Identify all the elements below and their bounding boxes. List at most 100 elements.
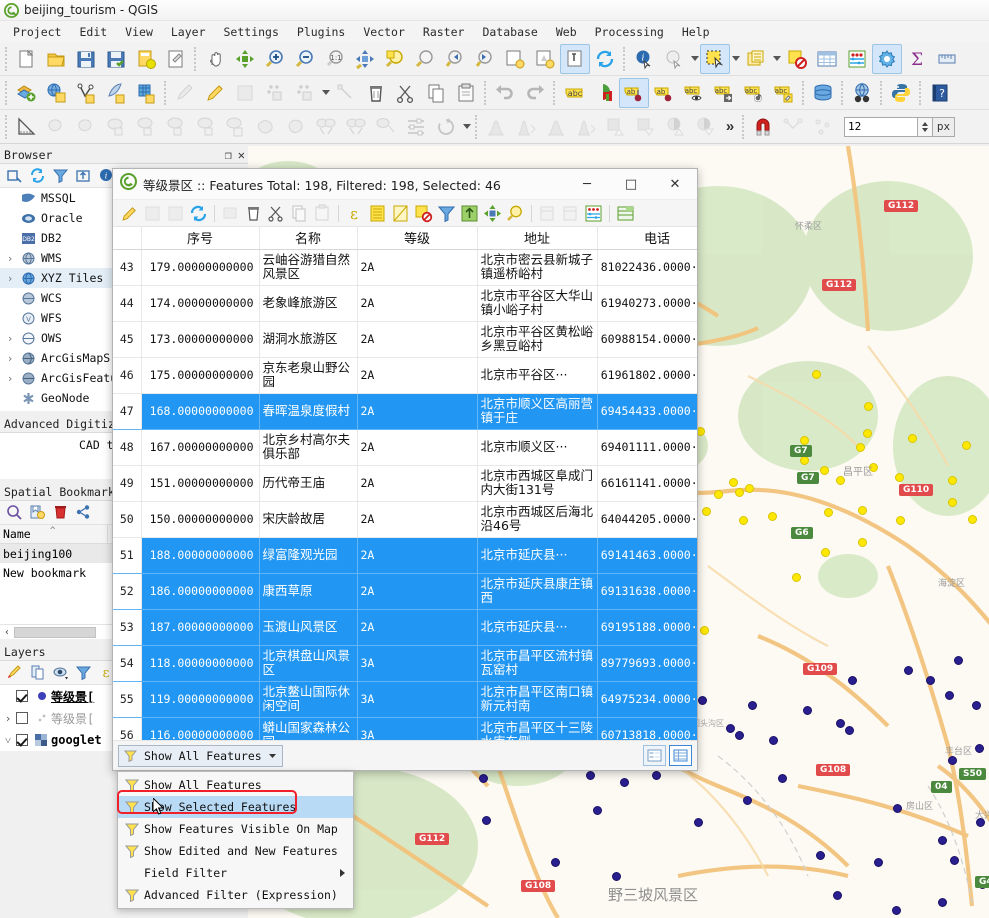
cell-dengji[interactable]: 3A (357, 717, 478, 740)
rotate-point-symbols-icon[interactable] (431, 112, 461, 142)
cell-mingcheng[interactable]: 玉渡山风景区 (259, 609, 358, 646)
delete-selected-icon[interactable] (242, 202, 265, 225)
toolbar-overflow-icon[interactable]: » (721, 112, 739, 142)
cell-mingcheng[interactable]: 历代帝王庙 (259, 465, 358, 502)
map-point-selected[interactable] (858, 506, 867, 515)
cell-dizhi[interactable]: 北京市延庆县··· (477, 609, 598, 646)
menu-item-show-edited-and-new-features[interactable]: Show Edited and New Features (118, 840, 353, 862)
attribute-table-scroll-area[interactable]: 序号 名称 等级 地址 电话 43 179.00000000000 云岫谷游猎自然风… (113, 227, 697, 740)
metasearch-icon[interactable] (847, 78, 877, 108)
raster-contrast-inc-icon[interactable] (661, 112, 691, 142)
pan-map-icon[interactable] (200, 44, 230, 74)
menu-view[interactable]: View (116, 23, 162, 41)
map-point-selected[interactable] (745, 484, 754, 493)
map-point-selected[interactable] (948, 476, 957, 485)
open-attribute-table-icon[interactable] (812, 44, 842, 74)
move-feature-icon[interactable] (290, 78, 320, 108)
menu-project[interactable]: Project (4, 23, 70, 41)
copy-features-icon[interactable] (421, 78, 451, 108)
raster-histogram-icon[interactable] (481, 112, 511, 142)
cell-dianhua[interactable]: 64044205.0000··· (597, 501, 697, 538)
style-manager-icon[interactable] (161, 44, 191, 74)
delete-bookmark-icon[interactable] (49, 502, 71, 524)
attribute-table[interactable]: 序号 名称 等级 地址 电话 43 179.00000000000 云岫谷游猎自然风… (113, 227, 697, 740)
cell-dianhua[interactable]: 81022436.0000··· (597, 249, 697, 286)
label-toolbar-icon[interactable]: abc (559, 78, 589, 108)
map-point[interactable] (833, 891, 842, 900)
column-header-dengji[interactable]: 等级 (357, 227, 478, 250)
add-layer-icon[interactable] (11, 78, 41, 108)
cell-dizhi[interactable]: 北京市延庆县康庄镇西 (477, 573, 598, 610)
cell-dianhua[interactable]: 60713818.0000··· (597, 717, 697, 740)
table-row[interactable]: 55 119.00000000000 北京鳌山国际休闲空间 3A 北京市昌平区南口镇新元… (113, 681, 697, 718)
toggle-editing-icon[interactable] (200, 78, 230, 108)
table-row[interactable]: 49 151.00000000000 历代帝王庙 2A 北京市西城区阜成门内大街131号… (113, 465, 697, 502)
python-console-icon[interactable] (886, 78, 916, 108)
cell-dianhua[interactable]: 69401111.0000··· (597, 429, 697, 466)
statistical-summary-icon[interactable]: Σ (902, 44, 932, 74)
map-point[interactable] (748, 701, 757, 710)
undock-icon[interactable]: ❐ (225, 149, 232, 161)
save-edits-icon[interactable] (141, 202, 164, 225)
zoom-in-icon[interactable] (260, 44, 290, 74)
map-point-selected[interactable] (729, 478, 738, 487)
cell-dengji[interactable]: 2A (357, 429, 478, 466)
layer-visibility-checkbox[interactable] (16, 690, 28, 702)
save-project-as-icon[interactable] (101, 44, 131, 74)
menu-edit[interactable]: Edit (70, 23, 116, 41)
map-point-selected[interactable] (908, 434, 917, 443)
table-row[interactable]: 43 179.00000000000 云岫谷游猎自然风景区 2A 北京市密云县新城子镇遥… (113, 249, 697, 286)
current-edits-icon[interactable] (170, 78, 200, 108)
cell-dizhi[interactable]: 北京市昌平区十三陵水库东侧 (477, 717, 598, 740)
raster-stretch-icon[interactable] (511, 112, 541, 142)
toggle-editing-icon[interactable] (118, 202, 141, 225)
select-all-features-icon[interactable] (366, 202, 389, 225)
map-point[interactable] (904, 666, 913, 675)
map-point[interactable] (743, 796, 752, 805)
map-point[interactable] (954, 656, 963, 665)
map-point-selected[interactable] (896, 516, 905, 525)
collapse-all-icon[interactable] (72, 165, 94, 187)
table-row[interactable]: 46 175.00000000000 京东老泉山野公园 2A 北京市平谷区··· 6196… (113, 357, 697, 394)
add-feature-icon[interactable] (260, 78, 290, 108)
map-point-selected[interactable] (962, 441, 971, 450)
cell-mingcheng[interactable]: 云岫谷游猎自然风景区 (259, 249, 358, 286)
map-point[interactable] (972, 701, 981, 710)
attribute-table-window[interactable]: 等级景区 :: Features Total: 198, Filtered: 1… (112, 168, 698, 771)
identify-mode-icon[interactable] (560, 43, 590, 74)
snap-tolerance-input[interactable] (844, 116, 918, 137)
minimize-button[interactable]: ─ (565, 169, 609, 200)
refresh-icon[interactable] (26, 165, 48, 187)
conditional-formatting-icon[interactable] (614, 202, 637, 225)
cell-dengji[interactable]: 2A (357, 393, 478, 430)
feature-filter-menu[interactable]: Show All Features Show Selected Features… (117, 771, 354, 909)
map-point[interactable] (551, 858, 560, 867)
add-bookmark-icon[interactable] (26, 502, 48, 524)
cell-mingcheng[interactable]: 北京乡村高尔夫俱乐部 (259, 429, 358, 466)
map-point[interactable] (950, 856, 959, 865)
filter-legend-icon[interactable] (72, 662, 94, 684)
cell-dianhua[interactable]: 66161141.0000··· (597, 465, 697, 502)
deselect-features-icon[interactable] (782, 44, 812, 74)
new-3d-map-view-icon[interactable] (530, 44, 560, 74)
scroll-left-icon[interactable]: ‹ (0, 627, 14, 638)
map-point-selected[interactable] (800, 456, 809, 465)
raster-contrast-dec-icon[interactable] (691, 112, 721, 142)
column-header-dianhua[interactable]: 电话 (597, 227, 697, 250)
menu-web[interactable]: Web (547, 23, 586, 41)
add-wms-layer-icon[interactable] (41, 78, 71, 108)
map-point-selected[interactable] (700, 626, 709, 635)
cell-dianhua[interactable]: 61940273.0000··· (597, 285, 697, 322)
map-point[interactable] (726, 724, 735, 733)
raster-brightness-icon[interactable] (601, 112, 631, 142)
menu-vector[interactable]: Vector (354, 23, 414, 41)
cell-xuhao[interactable]: 187.00000000000 (141, 609, 260, 646)
redo-icon[interactable] (520, 78, 550, 108)
copy-features-icon[interactable] (288, 202, 311, 225)
menu-item-field-filter[interactable]: Field Filter (118, 862, 353, 884)
cell-xuhao[interactable]: 167.00000000000 (141, 429, 260, 466)
cell-xuhao[interactable]: 186.00000000000 (141, 573, 260, 610)
map-point-selected[interactable] (895, 473, 904, 482)
add-delimited-text-icon[interactable] (101, 78, 131, 108)
map-point[interactable] (874, 858, 883, 867)
